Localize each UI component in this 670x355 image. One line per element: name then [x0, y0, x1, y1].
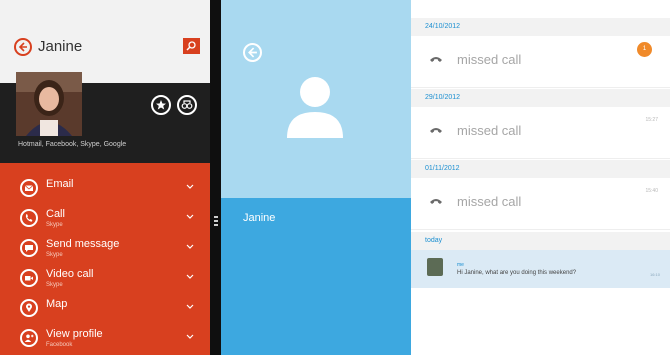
screen: Janine Hotmail, Facebook, Skype, Google: [0, 0, 670, 355]
message-time: 16:10: [649, 272, 660, 277]
search-icon[interactable]: [183, 38, 200, 54]
contact-actions: Email Call Skype Send message Skype Vide…: [0, 163, 210, 355]
missed-call-item[interactable]: missed call 15:27: [411, 109, 670, 159]
phone-icon: [430, 57, 442, 62]
call-status: missed call: [457, 123, 522, 138]
message-sender: me: [457, 262, 464, 268]
chevron-down-icon: [186, 214, 194, 219]
action-sublabel: Facebook: [46, 342, 73, 348]
chevron-down-icon: [186, 184, 194, 189]
chevron-down-icon: [186, 244, 194, 249]
call-time: 15:27: [645, 117, 658, 123]
contact-photo: [16, 72, 82, 136]
phone-icon: [430, 199, 442, 204]
message-item[interactable]: me Hi Janine, what are you doing this we…: [411, 250, 670, 288]
action-sublabel: Skype: [46, 252, 63, 258]
call-time: 15:40: [645, 188, 658, 194]
chevron-down-icon: [186, 334, 194, 339]
snap-divider[interactable]: [210, 0, 221, 355]
today-label: today: [425, 237, 443, 244]
video-camera-icon: [20, 269, 38, 287]
chevron-down-icon: [186, 304, 194, 309]
email-icon: [20, 179, 38, 197]
notification-badge: 1: [637, 42, 652, 57]
date-row: [411, 232, 670, 250]
action-video-call[interactable]: Video call Skype: [0, 266, 210, 296]
profile-icon: [20, 329, 38, 347]
contact-name: Janine: [38, 38, 83, 55]
action-email[interactable]: Email: [0, 176, 210, 206]
skype-contact-name: Janine: [243, 212, 276, 224]
missed-call-item[interactable]: missed call 15:40: [411, 180, 670, 230]
sender-avatar: [427, 258, 443, 276]
conversation-pane: 24/10/2012 missed call 1 29/10/2012 miss…: [411, 0, 670, 355]
back-arrow-icon[interactable]: [14, 38, 32, 56]
linked-accounts: Hotmail, Facebook, Skype, Google: [18, 141, 127, 148]
chevron-down-icon: [186, 274, 194, 279]
action-call[interactable]: Call Skype: [0, 206, 210, 236]
message-icon: [20, 239, 38, 257]
default-avatar-icon: [287, 77, 343, 138]
map-pin-icon: [20, 299, 38, 317]
action-map[interactable]: Map: [0, 296, 210, 326]
message-text: Hi Janine, what are you doing this weeke…: [457, 270, 577, 276]
action-label: Map: [46, 298, 68, 310]
call-status: missed call: [457, 52, 522, 67]
back-arrow-icon[interactable]: [243, 43, 262, 62]
action-label: Email: [46, 178, 74, 190]
link-contacts-icon[interactable]: [177, 95, 197, 115]
favorite-star-icon[interactable]: [151, 95, 171, 115]
action-label: View profile: [46, 328, 103, 340]
date-label: 01/11/2012: [425, 165, 460, 172]
date-label: 29/10/2012: [425, 94, 461, 101]
skype-contact-pane: Janine: [221, 0, 411, 355]
divider-grip-icon[interactable]: [213, 214, 219, 228]
action-sublabel: Skype: [46, 222, 63, 228]
action-sublabel: Skype: [46, 282, 63, 288]
people-pane: Janine Hotmail, Facebook, Skype, Google: [0, 0, 210, 355]
phone-icon: [20, 209, 38, 227]
skype-contact-header: [221, 0, 411, 198]
missed-call-item[interactable]: missed call: [411, 38, 670, 88]
phone-icon: [430, 128, 442, 133]
action-view-profile[interactable]: View profile Facebook: [0, 326, 210, 355]
date-label: 24/10/2012: [425, 23, 461, 30]
people-header: Janine: [0, 0, 210, 83]
call-status: missed call: [457, 194, 522, 209]
action-send-message[interactable]: Send message Skype: [0, 236, 210, 266]
action-label: Call: [46, 208, 65, 220]
action-label: Video call: [46, 268, 94, 280]
action-label: Send message: [46, 238, 120, 250]
